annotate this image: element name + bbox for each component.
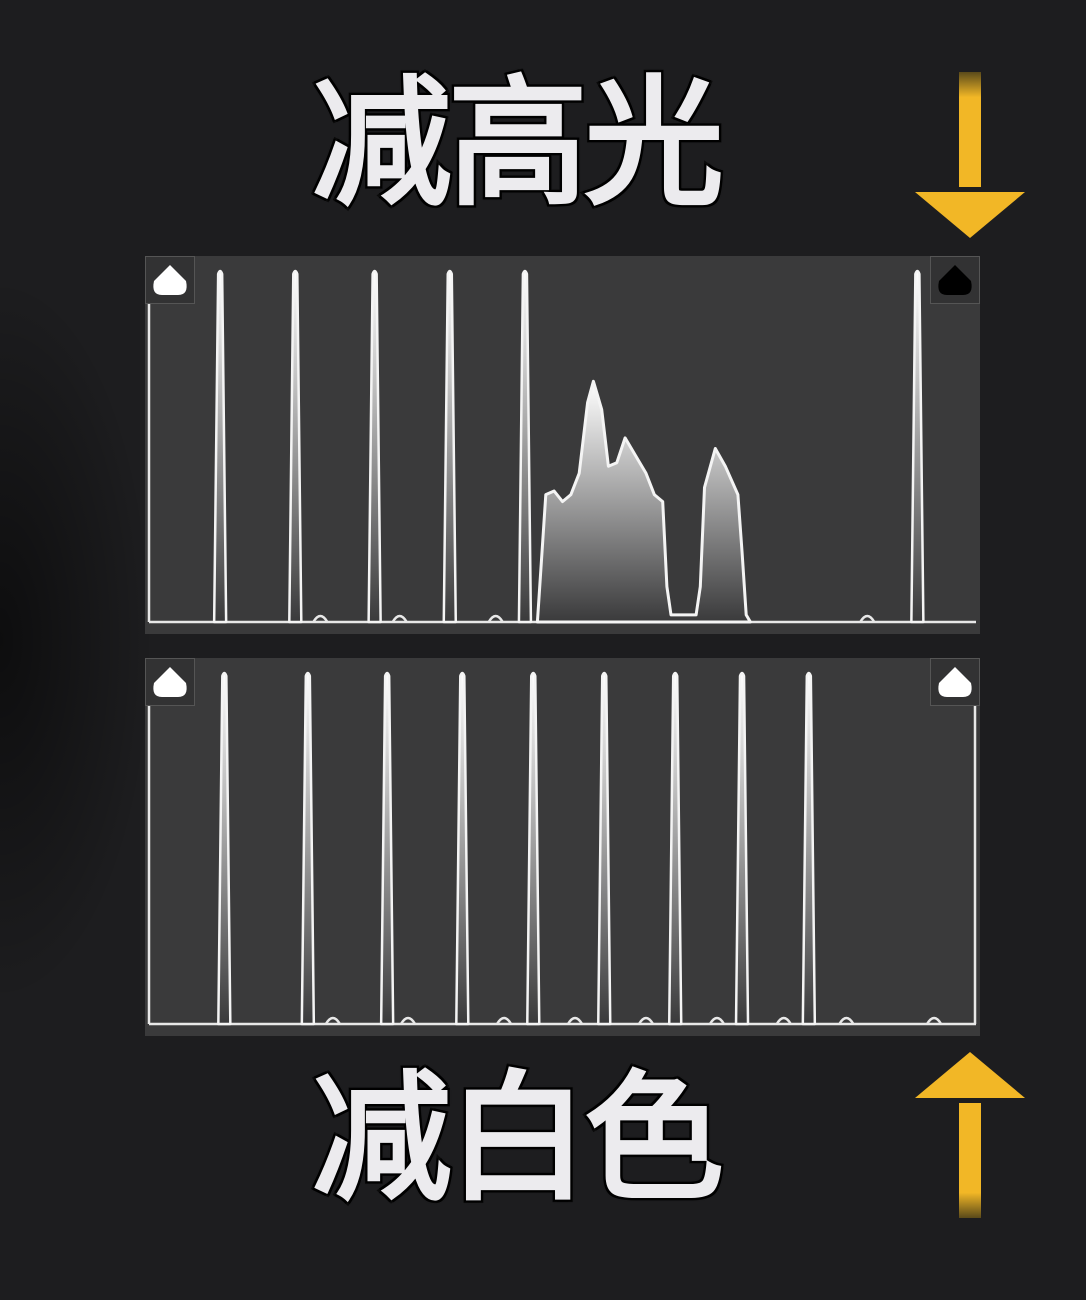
histogram-spike [667, 671, 683, 1026]
histogram-spike [442, 269, 458, 624]
arrow-down-icon [915, 72, 1025, 238]
histogram-spike [517, 269, 533, 624]
histogram-spike [212, 269, 228, 624]
shadow-clipping-button-top[interactable] [145, 256, 195, 304]
histogram-top [145, 256, 980, 634]
histogram-spike [288, 269, 303, 624]
histogram-spike [597, 671, 612, 1026]
highlight-clipping-button-bottom[interactable] [930, 658, 980, 706]
histogram-spike [526, 671, 541, 1026]
histogram-spike [455, 671, 470, 1026]
shadow-clipping-button-bottom[interactable] [145, 658, 195, 706]
highlight-clipping-indicator-icon [938, 265, 972, 295]
highlight-clipping-indicator-icon [938, 667, 972, 697]
histogram-midtone-mountain [535, 379, 752, 624]
histogram-bottom [145, 658, 980, 1036]
histogram-bottom-curve [147, 671, 977, 1026]
histogram-spike [217, 671, 232, 1026]
caption-reduce-highlights: 减高光 [310, 61, 727, 229]
histogram-spike [910, 269, 925, 624]
caption-reduce-whites: 减白色 [310, 1056, 727, 1224]
histogram-spike [379, 671, 395, 1026]
shadow-clipping-indicator-icon [153, 265, 187, 295]
histogram-spike [367, 269, 382, 624]
histogram-top-curve [147, 269, 976, 624]
histogram-spike [300, 671, 316, 1026]
highlight-clipping-button-top[interactable] [930, 256, 980, 304]
shadow-clipping-indicator-icon [153, 667, 187, 697]
histogram-spike [734, 671, 750, 1026]
arrow-up-icon [915, 1052, 1025, 1218]
histogram-spike [801, 671, 817, 1026]
